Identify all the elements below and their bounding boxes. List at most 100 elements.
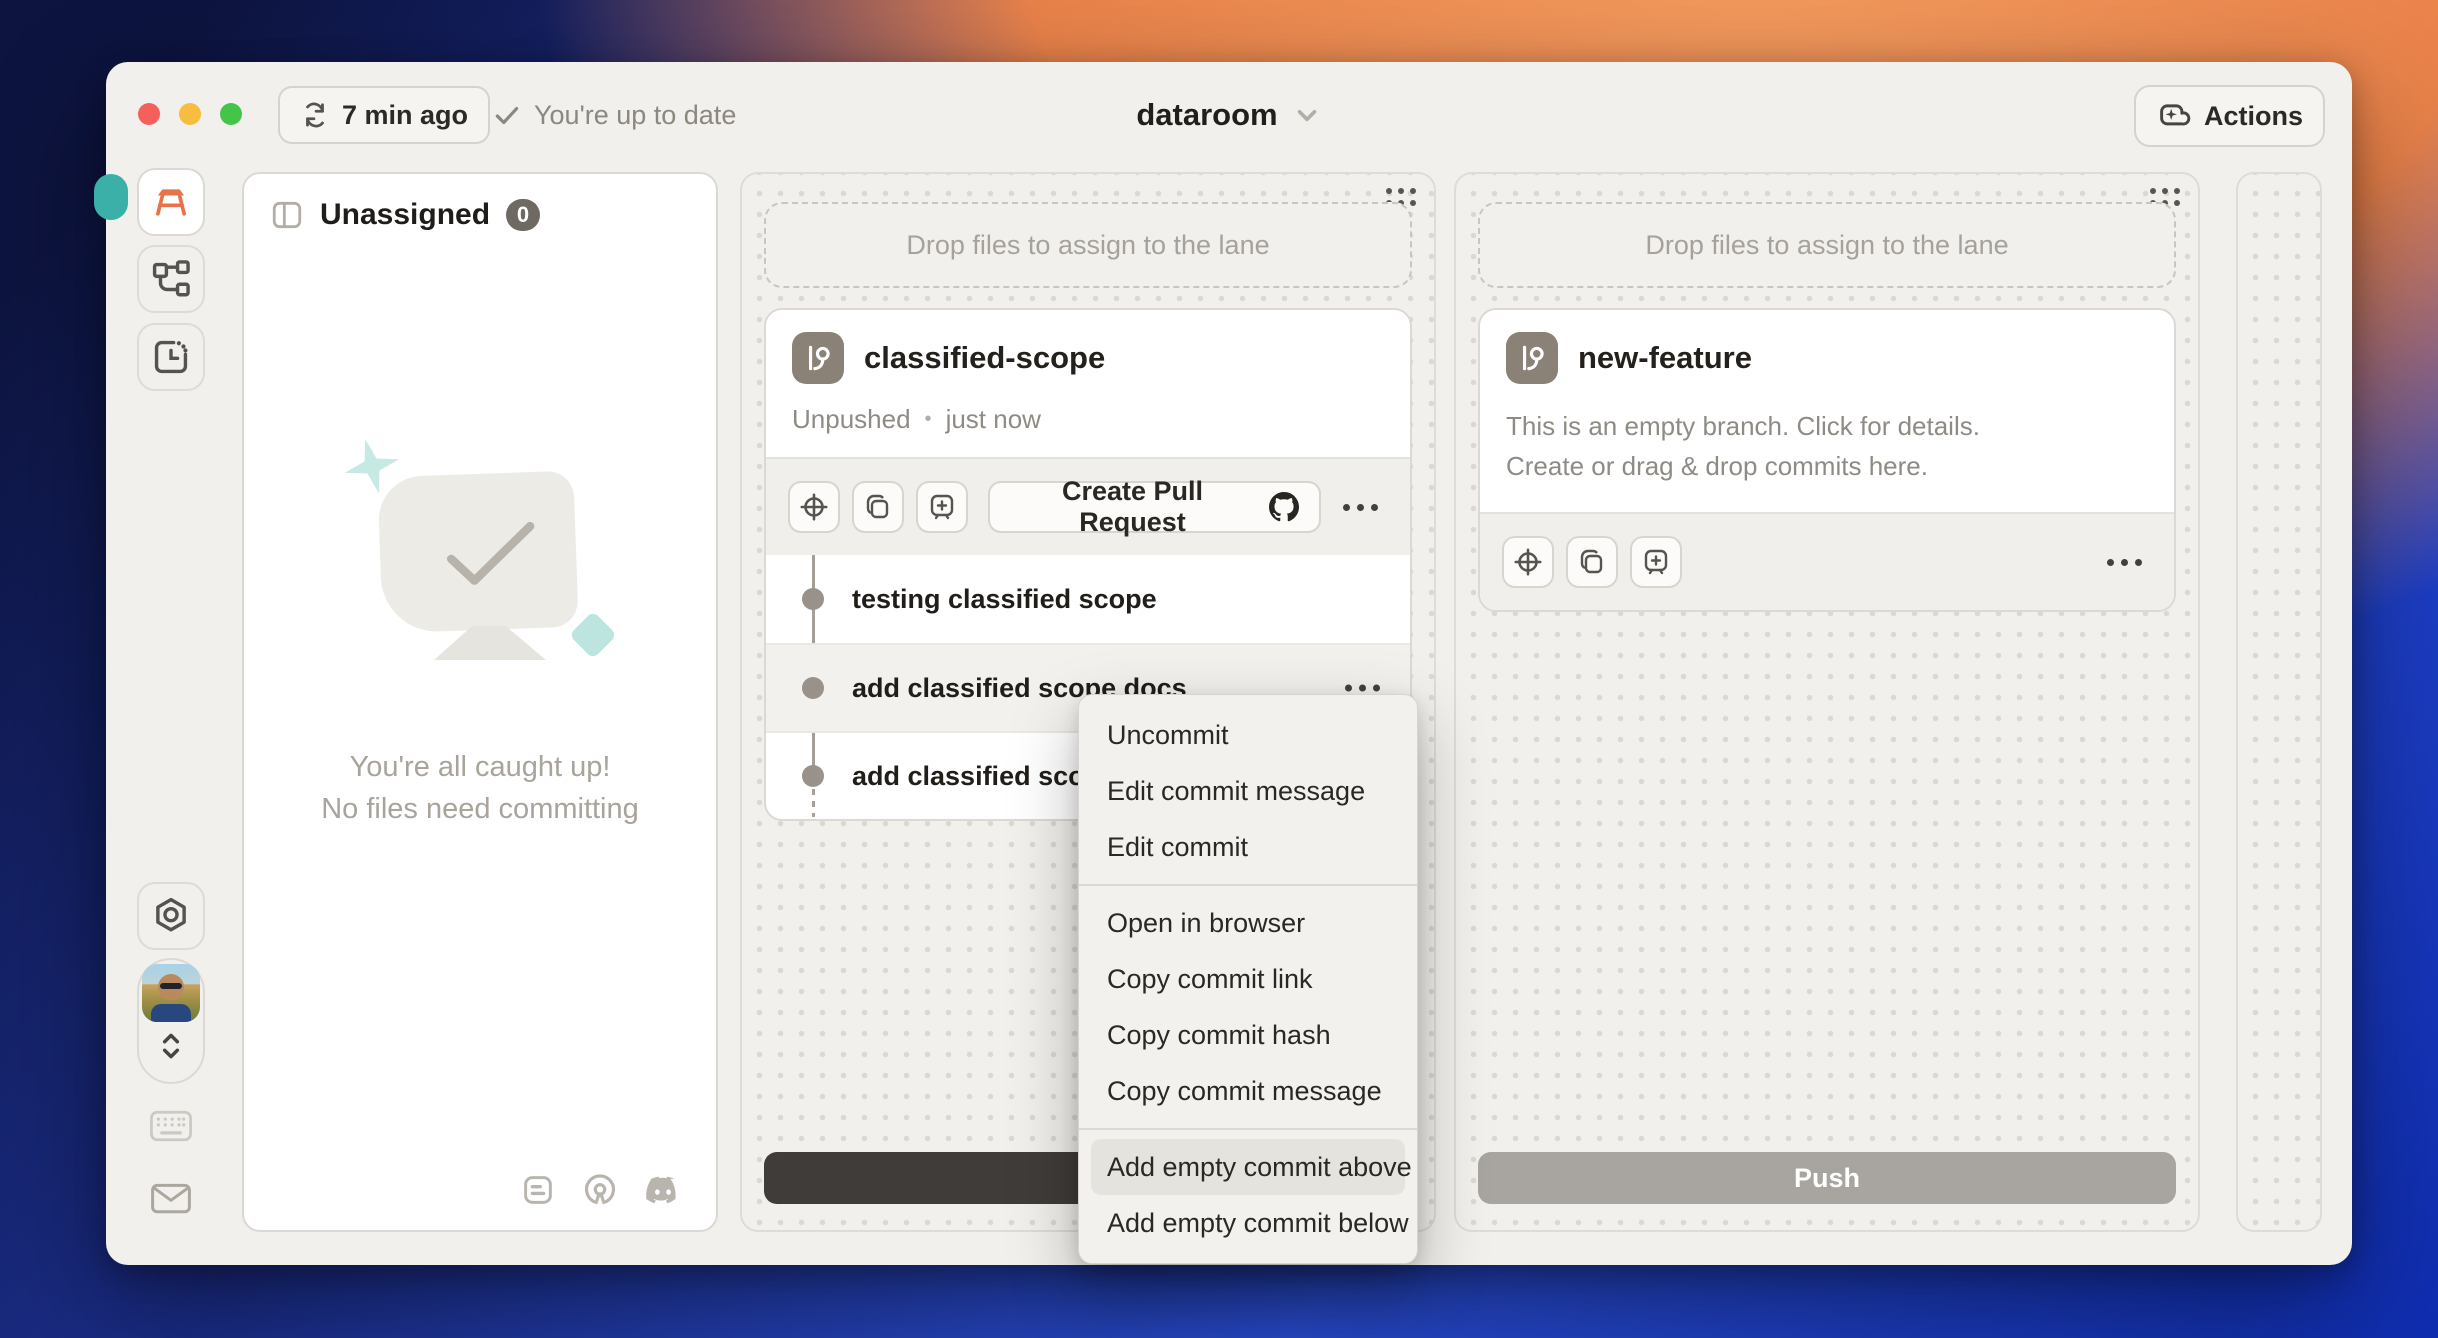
gear-icon — [150, 895, 192, 937]
push-button-label: Push — [1793, 1162, 1860, 1193]
branch-name: classified-scope — [864, 340, 1106, 375]
copy-icon — [1576, 546, 1608, 578]
menu-item-copy-commit-link[interactable]: Copy commit link — [1091, 951, 1405, 1007]
caught-up-illustration — [360, 454, 618, 684]
branches-icon — [150, 258, 192, 300]
copy-icon — [862, 491, 894, 523]
create-pull-request-button[interactable]: Create Pull Request — [988, 476, 1321, 537]
chevron-up-down-icon — [154, 1026, 188, 1066]
commit-context-menu: Uncommit Edit commit message Edit commit… — [1078, 694, 1418, 1264]
unassigned-panel: Unassigned 0 You're all caught up! No fi… — [242, 172, 718, 1232]
branch-badge-icon — [792, 332, 844, 384]
keyboard-icon — [148, 1108, 194, 1144]
menu-item-edit-commit[interactable]: Edit commit — [1091, 819, 1405, 875]
branch-action-bar — [1480, 512, 2174, 610]
branch-menu-kebab-icon[interactable] — [1333, 494, 1388, 521]
branch-action-bar: Create Pull Request — [766, 457, 1410, 555]
actions-button-label: Actions — [2203, 100, 2303, 131]
sidebar-item-branches[interactable] — [137, 245, 205, 313]
commit-message: add classified scope — [852, 760, 1117, 791]
assign-target-button[interactable] — [788, 481, 840, 533]
create-pull-request-label: Create Pull Request — [1061, 476, 1204, 537]
workspace-icon — [150, 181, 192, 223]
project-name: dataroom — [1136, 97, 1278, 132]
plus-bubble-icon — [926, 491, 958, 523]
notification-tab[interactable] — [94, 174, 128, 220]
diamond-shape — [568, 610, 618, 660]
panel-footer — [520, 1172, 682, 1208]
opensource-icon[interactable] — [582, 1172, 618, 1208]
sidebar-item-workspace[interactable] — [137, 168, 205, 236]
push-button[interactable]: Push — [1478, 1152, 2176, 1204]
commit-dot — [802, 588, 824, 610]
project-selector[interactable]: dataroom — [106, 86, 2352, 144]
chevron-down-icon — [1292, 100, 1322, 130]
target-plus-icon — [797, 490, 831, 524]
lane-empty — [2236, 172, 2322, 1232]
actions-sparkle-icon — [2156, 98, 2192, 134]
empty-state-text: You're all caught up! No files need comm… — [244, 746, 716, 830]
empty-branch-line1: This is an empty branch. Click for detai… — [1506, 411, 1980, 441]
duplicate-button[interactable] — [1566, 536, 1618, 588]
history-icon — [150, 336, 192, 378]
gitbutler-window: 7 min ago You're up to date dataroom Act… — [94, 62, 2352, 1265]
menu-item-add-empty-commit-below[interactable]: Add empty commit below — [1091, 1195, 1409, 1251]
empty-state-title: You're all caught up! — [349, 751, 611, 783]
menu-divider — [1079, 1128, 1417, 1130]
commit-dot — [802, 677, 824, 699]
lane-new-feature: Drop files to assign to the lane new-fea… — [1454, 172, 2200, 1232]
plus-bubble-icon — [1640, 546, 1672, 578]
duplicate-button[interactable] — [852, 481, 904, 533]
menu-item-edit-commit-message[interactable]: Edit commit message — [1091, 763, 1405, 819]
branch-name: new-feature — [1578, 340, 1752, 375]
actions-button[interactable]: Actions — [2133, 85, 2325, 147]
unassigned-icon — [270, 198, 304, 232]
menu-item-copy-commit-hash[interactable]: Copy commit hash — [1091, 1007, 1405, 1063]
drop-zone: Drop files to assign to the lane — [764, 202, 1412, 288]
empty-state-subtitle: No files need committing — [321, 793, 639, 825]
unassigned-count-badge: 0 — [506, 199, 541, 231]
branch-card-header[interactable]: new-feature This is an empty branch. Cli… — [1480, 310, 2174, 486]
desktop-wallpaper: 7 min ago You're up to date dataroom Act… — [0, 0, 2438, 1338]
monitor-shape — [377, 470, 579, 634]
settings-button[interactable] — [137, 882, 205, 950]
menu-item-copy-commit-message[interactable]: Copy commit message — [1091, 1063, 1405, 1119]
github-icon — [1269, 492, 1299, 522]
changelog-icon[interactable] — [520, 1172, 556, 1208]
profile-switcher[interactable] — [137, 958, 205, 1084]
discord-icon[interactable] — [644, 1175, 682, 1205]
branch-card-header[interactable]: classified-scope Unpushed • just now — [766, 310, 1410, 435]
branch-subtitle: Unpushed • just now — [792, 404, 1384, 435]
target-plus-icon — [1511, 545, 1545, 579]
unassigned-header: Unassigned 0 — [270, 198, 541, 232]
branch-menu-kebab-icon[interactable] — [2097, 549, 2152, 576]
commit-message: testing classified scope — [852, 583, 1157, 614]
commit-dot — [802, 765, 824, 787]
sidebar-item-history[interactable] — [137, 323, 205, 391]
branch-status: Unpushed — [792, 404, 911, 434]
empty-branch-line2: Create or drag & drop commits here. — [1506, 451, 1928, 481]
assign-target-button[interactable] — [1502, 536, 1554, 588]
empty-branch-description: This is an empty branch. Click for detai… — [1506, 406, 2148, 486]
avatar-shirt — [151, 1004, 191, 1022]
menu-item-add-empty-commit-above[interactable]: Add empty commit above — [1091, 1139, 1412, 1195]
new-commit-button[interactable] — [916, 481, 968, 533]
drop-zone: Drop files to assign to the lane — [1478, 202, 2176, 288]
menu-divider — [1079, 884, 1417, 886]
mail-icon — [148, 1178, 194, 1218]
menu-item-open-in-browser[interactable]: Open in browser — [1091, 895, 1405, 951]
new-commit-button[interactable] — [1630, 536, 1682, 588]
branch-badge-icon — [1506, 332, 1558, 384]
drop-zone-hint: Drop files to assign to the lane — [906, 229, 1270, 260]
dot-separator: • — [924, 408, 932, 430]
branch-time: just now — [945, 404, 1041, 434]
commit-row[interactable]: testing classified scope — [766, 555, 1410, 643]
monitor-stand-shape — [434, 626, 546, 660]
drop-zone-hint: Drop files to assign to the lane — [1645, 229, 2009, 260]
branch-card-new-feature: new-feature This is an empty branch. Cli… — [1478, 308, 2176, 612]
avatar — [142, 964, 200, 1022]
feedback-button[interactable] — [137, 1178, 205, 1218]
unassigned-title: Unassigned — [320, 198, 491, 231]
menu-item-uncommit[interactable]: Uncommit — [1091, 707, 1405, 763]
keyboard-shortcuts-button[interactable] — [137, 1108, 205, 1144]
